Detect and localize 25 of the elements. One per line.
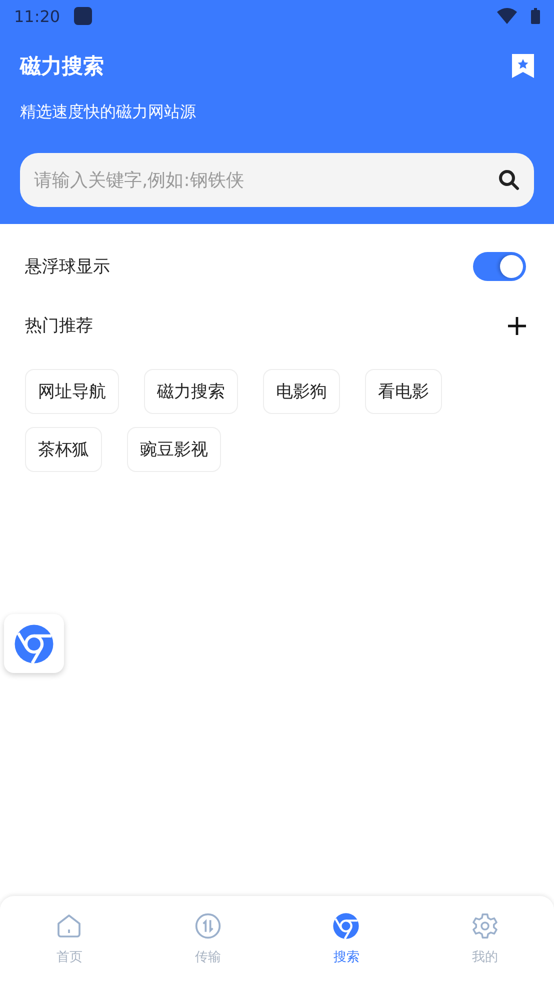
tag-chip[interactable]: 茶杯狐 xyxy=(25,427,102,472)
search-icon[interactable] xyxy=(498,169,520,191)
transfer-icon xyxy=(194,912,222,940)
notification-icon xyxy=(74,7,92,25)
nav-tab[interactable]: 搜索 xyxy=(277,912,416,966)
page-title: 磁力搜索 xyxy=(20,53,104,80)
battery-icon xyxy=(531,8,540,24)
toggle-switch[interactable] xyxy=(473,252,526,281)
browser-icon xyxy=(13,622,55,664)
tag-chip[interactable]: 电影狗 xyxy=(263,369,340,414)
wifi-icon xyxy=(497,8,517,24)
bookmark-icon[interactable] xyxy=(512,54,534,78)
setting-label: 悬浮球显示 xyxy=(25,256,110,278)
tag-chip[interactable]: 磁力搜索 xyxy=(144,369,238,414)
tag-chip[interactable]: 看电影 xyxy=(365,369,442,414)
status-time: 11:20 xyxy=(14,6,60,26)
add-icon[interactable] xyxy=(508,316,526,334)
tag-chip[interactable]: 网址导航 xyxy=(25,369,119,414)
tag-chip[interactable]: 豌豆影视 xyxy=(127,427,221,472)
search-field[interactable]: 请输入关键字,例如:钢铁侠 xyxy=(20,153,534,207)
section-title: 热门推荐 xyxy=(25,315,93,337)
browser-icon xyxy=(332,912,360,940)
page-subtitle: 精选速度快的磁力网站源 xyxy=(20,102,197,123)
settings-icon xyxy=(470,912,499,940)
home-icon xyxy=(55,912,84,940)
